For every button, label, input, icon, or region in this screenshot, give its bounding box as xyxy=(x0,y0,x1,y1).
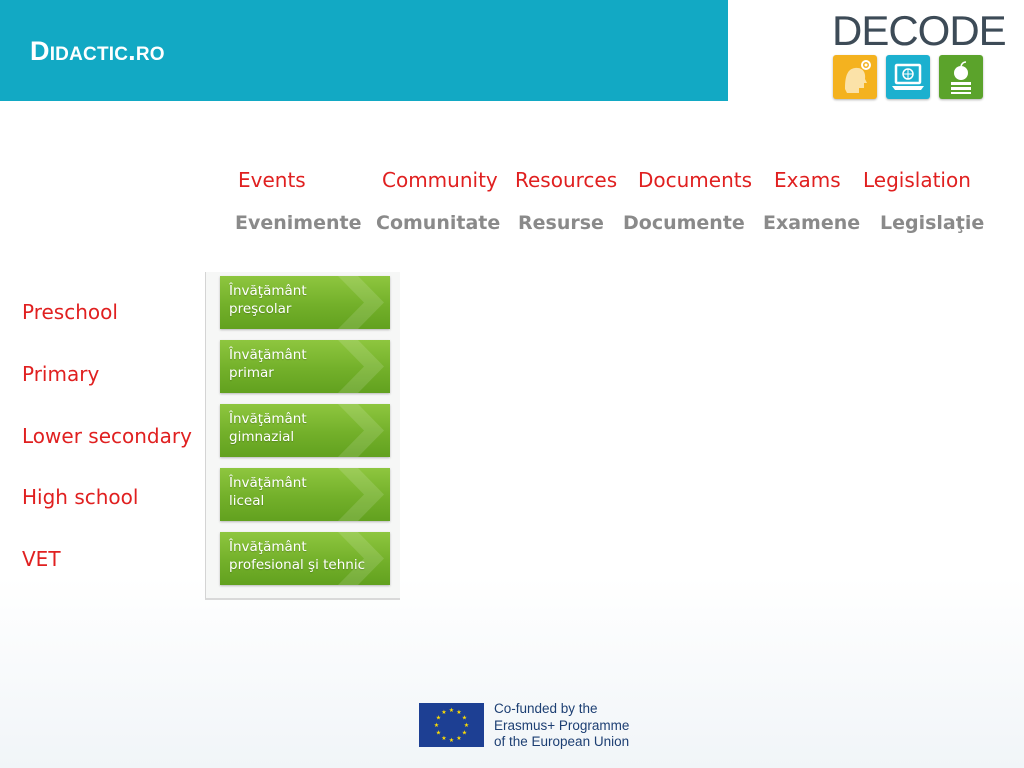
nav-documents-en[interactable]: Documents xyxy=(638,168,752,192)
logo-tiles xyxy=(833,55,993,103)
chevron-right-icon xyxy=(338,404,384,457)
svg-text:★: ★ xyxy=(441,735,446,742)
chevron-right-icon xyxy=(338,276,384,329)
svg-text:★: ★ xyxy=(464,722,469,729)
nav-legislation-en[interactable]: Legislation xyxy=(863,168,971,192)
level-preschool-en: Preschool xyxy=(22,300,118,324)
level-button-line2: profesional şi tehnic xyxy=(229,557,366,573)
level-button-line1: Învăţământ xyxy=(229,475,307,491)
level-button-line2: gimnazial xyxy=(229,429,295,445)
svg-text:★: ★ xyxy=(462,730,467,737)
level-button-line1: Învăţământ xyxy=(229,411,307,427)
nav-events-en[interactable]: Events xyxy=(238,168,306,192)
level-button-line2: primar xyxy=(229,365,274,381)
nav-legislatie[interactable]: Legislaţie xyxy=(880,212,984,234)
level-button-line1: Învăţământ xyxy=(229,347,307,363)
chevron-right-icon xyxy=(338,468,384,521)
head-gear-icon xyxy=(833,55,877,99)
nav-examene[interactable]: Examene xyxy=(763,212,860,234)
level-lower-secondary-en: Lower secondary xyxy=(22,424,192,448)
level-button-line1: Învăţământ xyxy=(229,539,307,555)
level-high-school-en: High school xyxy=(22,485,139,509)
level-button-line2: preşcolar xyxy=(229,301,292,317)
logo-text: DECODE xyxy=(832,7,1007,54)
level-button-line2: liceal xyxy=(229,493,265,509)
level-button-liceal[interactable]: Învăţământ liceal xyxy=(220,468,390,521)
nav-exams-en[interactable]: Exams xyxy=(774,168,841,192)
decode-logo: DECODE xyxy=(832,7,1007,99)
svg-text:★: ★ xyxy=(436,730,441,737)
site-title: Didactic.ro xyxy=(30,36,165,66)
level-button-gimnazial[interactable]: Învăţământ gimnazial xyxy=(220,404,390,457)
nav-resurse[interactable]: Resurse xyxy=(518,212,604,234)
svg-text:★: ★ xyxy=(449,707,454,714)
footer-line: Co-funded by the xyxy=(494,701,598,716)
svg-text:★: ★ xyxy=(456,735,461,742)
chevron-right-icon xyxy=(338,340,384,393)
nav-community-en[interactable]: Community xyxy=(382,168,498,192)
nav-resources-en[interactable]: Resources xyxy=(515,168,617,192)
svg-text:★: ★ xyxy=(449,737,454,744)
level-button-line1: Învăţământ xyxy=(229,283,307,299)
eu-flag-icon: ★ ★ ★ ★ ★ ★ ★ ★ ★ ★ ★ ★ xyxy=(419,703,484,747)
level-button-primar[interactable]: Învăţământ primar xyxy=(220,340,390,393)
svg-text:★: ★ xyxy=(434,722,439,729)
level-primary-en: Primary xyxy=(22,362,100,386)
footer-line: of the European Union xyxy=(494,734,630,749)
apple-books-icon xyxy=(939,55,983,99)
nav-documente[interactable]: Documente xyxy=(623,212,745,234)
svg-text:★: ★ xyxy=(462,715,467,722)
eu-funding-note: Co-funded by the Erasmus+ Programme of t… xyxy=(494,701,629,751)
nav-comunitate[interactable]: Comunitate xyxy=(376,212,500,234)
laptop-globe-icon xyxy=(886,55,930,99)
level-button-profesional-tehnic[interactable]: Învăţământ profesional şi tehnic xyxy=(220,532,390,585)
level-vet-en: VET xyxy=(22,547,61,571)
nav-evenimente[interactable]: Evenimente xyxy=(235,212,361,234)
footer-line: Erasmus+ Programme xyxy=(494,717,630,733)
svg-text:★: ★ xyxy=(441,709,446,716)
level-button-prescolar[interactable]: Învăţământ preşcolar xyxy=(220,276,390,329)
